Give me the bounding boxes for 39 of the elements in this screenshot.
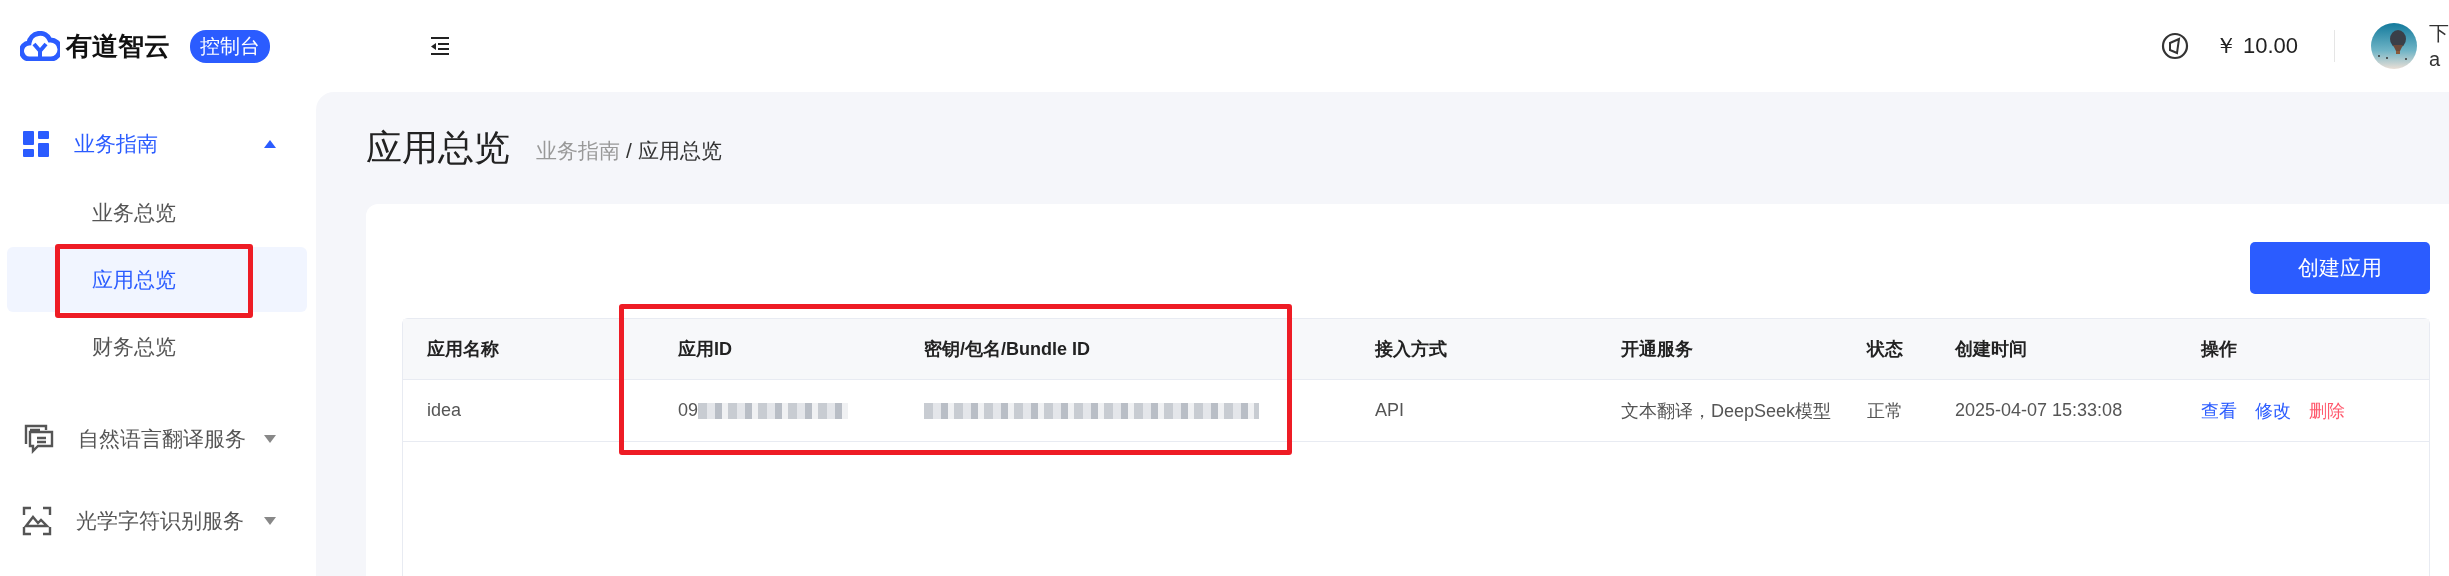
nav-item[interactable]: 财务总览 [7, 314, 307, 379]
nav-item[interactable]: 业务总览 [7, 180, 307, 245]
column-header: 开通服务 [1620, 338, 1694, 361]
table-cell: API [1375, 400, 1404, 421]
dashboard-icon [22, 130, 50, 158]
logo-text: 有道智云 [66, 29, 170, 63]
console-badge: 控制台 [190, 29, 270, 63]
action-link[interactable]: 删除 [2309, 398, 2345, 423]
table-cell: 2025-04-07 15:33:08 [1955, 400, 2123, 421]
user-info: a [2429, 47, 2442, 72]
caret-down-icon [264, 517, 276, 525]
column-header: 操作 [2200, 338, 2238, 361]
table-cell: 09 [678, 400, 699, 421]
column-header: 状态 [1865, 338, 1904, 361]
compass-icon[interactable] [2160, 32, 2189, 60]
table-cell: idea [427, 400, 462, 421]
caret-down-icon [264, 435, 276, 443]
column-header: 应用ID [677, 338, 733, 361]
cloud-logo-icon [20, 31, 60, 61]
user-info: 下 [2429, 21, 2449, 46]
column-header: 接入方式 [1374, 338, 1448, 361]
table-cell-text: 文本翻译，DeepSeek模型 [1621, 399, 1832, 423]
caret-up-icon [264, 140, 276, 148]
column-header: 创建时间 [1954, 338, 2028, 361]
column-header: 密钥/包名/Bundle ID [923, 338, 1091, 361]
create-app-button[interactable]: 创建应用 [2250, 242, 2430, 294]
nav-group[interactable]: 光学字符识别服务 [0, 489, 316, 553]
action-link[interactable]: 修改 [2255, 398, 2291, 423]
column-header: 应用名称 [426, 338, 500, 361]
breadcrumb: 业务指南 / 应用总览 [536, 138, 722, 164]
nav-group[interactable]: 业务指南 [0, 112, 316, 176]
chat-bubbles-icon [22, 422, 54, 456]
nav-group[interactable]: 自然语言翻译服务 [0, 407, 316, 471]
balance-amount: ￥ 10.00 [2214, 32, 2298, 60]
collapse-menu-icon[interactable] [430, 36, 450, 56]
image-scan-icon [22, 506, 52, 536]
action-link[interactable]: 查看 [2201, 398, 2237, 423]
page-title: 应用总览 [366, 125, 510, 170]
table-cell-text: 正常 [1867, 399, 1903, 423]
